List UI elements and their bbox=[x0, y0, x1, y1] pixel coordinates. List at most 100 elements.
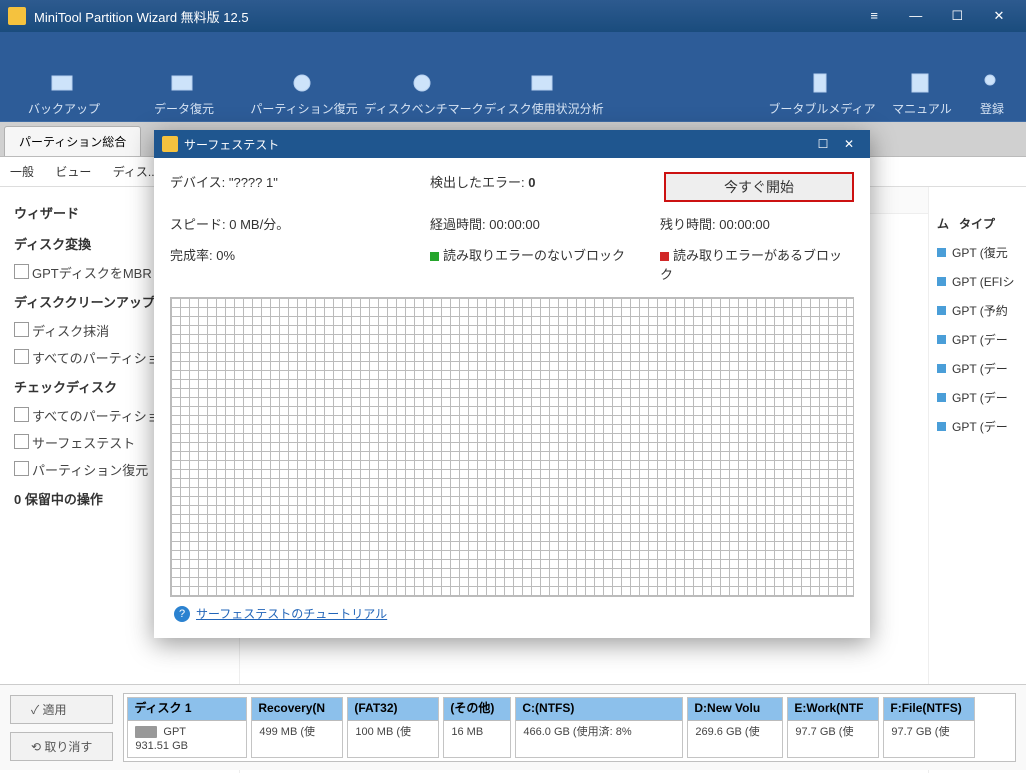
titlebar: MiniTool Partition Wizard 無料版 12.5 ≡ — ☐… bbox=[0, 0, 1026, 32]
subtab-general[interactable]: 一般 bbox=[10, 165, 34, 179]
toolbar-recover-label: データ復元 bbox=[154, 100, 214, 117]
disk-icon bbox=[135, 726, 157, 738]
toolbar-manual-label: マニュアル bbox=[892, 100, 952, 117]
toolbar-bootable[interactable]: ブータブルメディア bbox=[762, 40, 882, 117]
elapsed-value: 00:00:00 bbox=[489, 217, 540, 232]
apply-button[interactable]: ✓ 適用 bbox=[10, 695, 113, 724]
subtab-view[interactable]: ビュー bbox=[55, 165, 91, 179]
partition-card[interactable]: (FAT32)100 MB (使 bbox=[347, 697, 439, 758]
dialog-titlebar: サーフェステスト ☐✕ bbox=[154, 130, 870, 158]
complete-label: 完成率: bbox=[170, 248, 213, 263]
menu-icon[interactable]: ≡ bbox=[855, 8, 893, 23]
remain-label: 残り時間: bbox=[660, 217, 716, 232]
disk-scheme: GPT bbox=[163, 726, 186, 738]
close-icon[interactable]: ✕ bbox=[980, 8, 1018, 24]
manual-icon bbox=[908, 72, 936, 94]
toolbar-benchmark[interactable]: ディスクベンチマーク bbox=[364, 40, 484, 117]
tutorial-link[interactable]: サーフェステストのチュートリアル bbox=[196, 605, 387, 622]
part-head: E:Work(NTF bbox=[788, 698, 878, 721]
dialog-maximize-icon[interactable]: ☐ bbox=[810, 137, 836, 151]
recover-icon bbox=[170, 72, 198, 94]
part-head: (その他) bbox=[444, 698, 510, 721]
toolbar-bootable-label: ブータブルメディア bbox=[768, 100, 875, 117]
remain-value: 00:00:00 bbox=[719, 217, 770, 232]
part-info: 16 MB bbox=[444, 721, 510, 743]
square-icon bbox=[937, 248, 946, 257]
toolbar-register-label: 登録 bbox=[980, 100, 1004, 117]
disk-overview: ディスク 1 GPT931.51 GB Recovery(N499 MB (使 … bbox=[123, 693, 1016, 762]
partition-card[interactable]: (その他)16 MB bbox=[443, 697, 511, 758]
bottombar: ✓ 適用 ⟲ 取り消す ディスク 1 GPT931.51 GB Recovery… bbox=[0, 684, 1026, 770]
square-icon bbox=[937, 277, 946, 286]
type-row: GPT (デー bbox=[929, 325, 1026, 354]
legend-ok-icon bbox=[430, 252, 439, 261]
errors-value: 0 bbox=[528, 175, 535, 190]
part-head: D:New Volu bbox=[688, 698, 782, 721]
square-icon bbox=[937, 364, 946, 373]
register-icon bbox=[978, 72, 1006, 94]
type-label: GPT (デー bbox=[952, 391, 1008, 405]
partition-recover-icon bbox=[290, 72, 318, 94]
part-head: Recovery(N bbox=[252, 698, 342, 721]
toolbar-recover[interactable]: データ復元 bbox=[124, 40, 244, 117]
tab-partition[interactable]: パーティション総合 bbox=[4, 126, 141, 156]
toolbar-backup-label: バックアップ bbox=[28, 100, 100, 117]
type-row: GPT (デー bbox=[929, 383, 1026, 412]
subtab-disk[interactable]: ディス... bbox=[113, 165, 158, 179]
app-title: MiniTool Partition Wizard 無料版 12.5 bbox=[34, 7, 855, 26]
partition-card[interactable]: E:Work(NTF97.7 GB (使 bbox=[787, 697, 879, 758]
partition-card[interactable]: C:(NTFS)466.0 GB (使用済: 8% bbox=[515, 697, 683, 758]
toolbar-manual[interactable]: マニュアル bbox=[882, 40, 962, 117]
toolbar-usage-label: ディスク使用状況分析 bbox=[484, 100, 603, 117]
square-icon bbox=[937, 422, 946, 431]
minimize-icon[interactable]: — bbox=[897, 8, 935, 23]
legend-ok-label: 読み取りエラーのないブロック bbox=[443, 248, 625, 263]
part-info: 97.7 GB (使 bbox=[788, 721, 878, 743]
type-row: GPT (復元 bbox=[929, 238, 1026, 267]
benchmark-icon bbox=[410, 72, 438, 94]
maximize-icon[interactable]: ☐ bbox=[938, 8, 976, 24]
device-value: "???? 1" bbox=[229, 175, 278, 190]
type-row: GPT (EFIシ bbox=[929, 267, 1026, 296]
disk-summary[interactable]: ディスク 1 GPT931.51 GB bbox=[127, 697, 247, 758]
dialog-icon bbox=[162, 136, 178, 152]
square-icon bbox=[937, 335, 946, 344]
part-info: 269.6 GB (使 bbox=[688, 721, 782, 743]
type-label: GPT (EFIシ bbox=[952, 275, 1014, 289]
device-label: デバイス: bbox=[170, 175, 225, 190]
complete-value: 0% bbox=[216, 248, 235, 263]
start-now-button[interactable]: 今すぐ開始 bbox=[664, 172, 854, 202]
partition-card[interactable]: D:New Volu269.6 GB (使 bbox=[687, 697, 783, 758]
toolbar-backup[interactable]: バックアップ bbox=[4, 40, 124, 117]
type-label: GPT (予約 bbox=[952, 304, 1008, 318]
type-label: GPT (デー bbox=[952, 362, 1008, 376]
undo-button[interactable]: ⟲ 取り消す bbox=[10, 732, 113, 761]
bootable-icon bbox=[808, 72, 836, 94]
dialog-title: サーフェステスト bbox=[184, 136, 279, 153]
type-label: GPT (デー bbox=[952, 333, 1008, 347]
disk-name: ディスク 1 bbox=[128, 698, 246, 721]
window-controls: ≡ — ☐ ✕ bbox=[855, 8, 1018, 24]
col-type: タイプ bbox=[959, 215, 995, 232]
toolbar-partition-recover[interactable]: パーティション復元 bbox=[244, 40, 364, 117]
toolbar-usage[interactable]: ディスク使用状況分析 bbox=[484, 40, 604, 117]
part-info: 100 MB (使 bbox=[348, 721, 438, 743]
usage-icon bbox=[530, 72, 558, 94]
toolbar-benchmark-label: ディスクベンチマーク bbox=[364, 100, 483, 117]
type-row: GPT (デー bbox=[929, 354, 1026, 383]
part-info: 466.0 GB (使用済: 8% bbox=[516, 721, 682, 743]
partition-card[interactable]: F:File(NTFS)97.7 GB (使 bbox=[883, 697, 975, 758]
dialog-close-icon[interactable]: ✕ bbox=[836, 137, 862, 151]
part-info: 97.7 GB (使 bbox=[884, 721, 974, 743]
square-icon bbox=[937, 306, 946, 315]
elapsed-label: 経過時間: bbox=[430, 217, 486, 232]
toolbar-register[interactable]: 登録 bbox=[962, 40, 1022, 117]
speed-value: 0 MB/分。 bbox=[229, 217, 289, 232]
partition-card[interactable]: Recovery(N499 MB (使 bbox=[251, 697, 343, 758]
part-info: 499 MB (使 bbox=[252, 721, 342, 743]
type-row: GPT (デー bbox=[929, 412, 1026, 441]
help-icon[interactable]: ? bbox=[174, 606, 190, 622]
speed-label: スピード: bbox=[170, 217, 226, 232]
toolbar-partition-recover-label: パーティション復元 bbox=[250, 100, 357, 117]
square-icon bbox=[937, 393, 946, 402]
